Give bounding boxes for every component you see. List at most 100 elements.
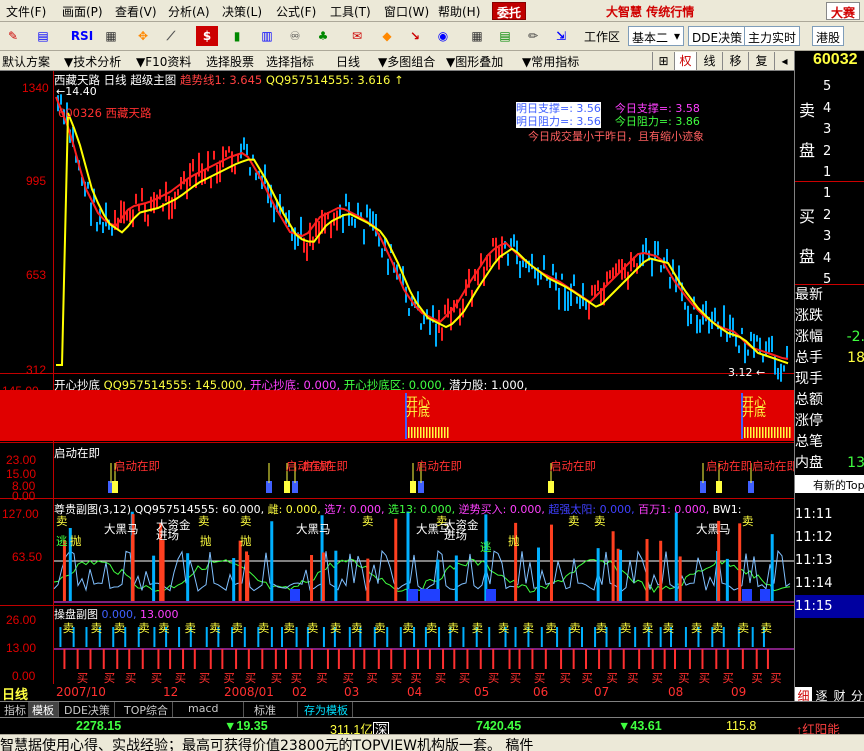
tab-rights[interactable]: 权	[674, 52, 696, 70]
chart-icon[interactable]: ▤	[32, 26, 54, 46]
candle	[756, 335, 758, 342]
qidong-label-4: 启动在即	[416, 459, 462, 473]
sell-label: 卖	[690, 621, 703, 635]
sell-label: 卖	[711, 621, 724, 635]
qidong-label-7: 启动在即	[752, 459, 798, 473]
pencil-icon[interactable]: ✏	[522, 26, 544, 46]
bar-icon[interactable]: ▥	[256, 26, 278, 46]
binocular-icon[interactable]: ♾	[284, 26, 306, 46]
candle	[318, 221, 320, 244]
candle	[753, 333, 755, 358]
tab-indicator[interactable]: 指标	[0, 702, 31, 717]
candle	[96, 221, 98, 232]
candle	[651, 257, 653, 277]
arrow-icon[interactable]: ↘	[404, 26, 426, 46]
candle	[522, 260, 524, 268]
tree-icon[interactable]: ♣	[312, 26, 334, 46]
tab-template[interactable]: 模板	[28, 702, 59, 717]
grid-icon[interactable]: ▦	[466, 26, 488, 46]
drawing-icon[interactable]: ✎	[2, 26, 24, 46]
buy-level-3: 3	[823, 229, 832, 244]
select-stock-button[interactable]: 选择股票	[204, 53, 256, 70]
candle	[144, 204, 146, 222]
f10-icon[interactable]: ▦	[100, 26, 122, 46]
diamond-icon[interactable]: ◆	[376, 26, 398, 46]
dollar-icon[interactable]: $	[196, 26, 218, 46]
dde-decision-button[interactable]: DDE决策	[688, 26, 747, 46]
sell-label: 卖	[471, 621, 484, 635]
candle	[234, 165, 236, 175]
tab-restore[interactable]: 复	[748, 52, 774, 70]
menu-formula[interactable]: 公式(F)	[276, 3, 316, 20]
tab-line[interactable]: 线	[696, 52, 722, 70]
menu-help[interactable]: 帮助(H)	[438, 3, 480, 20]
tech-analysis-button[interactable]: ▼技术分析	[62, 53, 123, 70]
f10-button[interactable]: ▼F10资料	[134, 53, 193, 70]
scheme-button[interactable]: 默认方案	[0, 53, 52, 70]
sell-label: 卖	[402, 621, 414, 635]
candle	[645, 237, 647, 253]
tab-macd[interactable]: macd	[184, 702, 244, 717]
quote-panel: 60032 卖盘 5 4 3 2 1 买盘 1 2 3 4 5 最新 涨跌 涨幅…	[794, 51, 864, 704]
candle	[213, 150, 215, 160]
y-label-2: 995	[26, 174, 47, 188]
sell-label: 卖	[497, 621, 510, 635]
daily-button[interactable]: 日线	[334, 53, 362, 70]
nav-arrow-icon[interactable]: ◂	[774, 52, 794, 70]
panel4-xiong: 雌: 0.000,	[267, 503, 321, 516]
candle	[750, 331, 752, 342]
export-icon[interactable]: ⇲	[550, 26, 572, 46]
common-indicator-button[interactable]: ▼常用指标	[520, 53, 581, 70]
panel4-big: 超强太阳: 0.000,	[548, 503, 635, 516]
overlay-button[interactable]: ▼图形叠加	[444, 53, 505, 70]
candle	[609, 270, 611, 279]
sell-label: 卖	[329, 621, 342, 635]
news-button[interactable]: 有新的Top	[795, 475, 864, 493]
panel4-bw1: BW1:	[712, 503, 742, 516]
sell-label: 卖	[569, 621, 581, 635]
hk-stock-button[interactable]: 港股	[812, 26, 845, 46]
news-ticker[interactable]: 智慧据使用心得、实战经验；最高可获得价值23800元的TOPVIEW机构版一套。…	[0, 734, 864, 751]
sell-level-5: 5	[823, 79, 832, 94]
select-indicator-button[interactable]: 选择指标	[264, 53, 316, 70]
note-icon[interactable]: ✉	[346, 26, 368, 46]
main-realtime-button[interactable]: 主力实时	[744, 26, 801, 46]
rsi-icon[interactable]: RSI	[68, 26, 96, 46]
candle	[351, 216, 353, 226]
tab-standard[interactable]: 标准	[250, 702, 298, 717]
candle	[441, 327, 443, 341]
tab-save-template[interactable]: 存为模板	[300, 702, 353, 717]
menu-view[interactable]: 查看(V)	[115, 3, 157, 20]
workarea-select[interactable]: 基本二 ▾	[628, 26, 684, 46]
entrust-button[interactable]: 委托	[492, 2, 527, 20]
menu-file[interactable]: 文件(F)	[6, 3, 46, 20]
ruler-icon[interactable]: ⟋	[160, 26, 182, 46]
tab-move[interactable]: 移	[722, 52, 748, 70]
crosshair-icon[interactable]: ⊞	[652, 52, 674, 70]
candle	[615, 263, 617, 276]
menu-decision[interactable]: 决策(L)	[222, 3, 262, 20]
panel4-nishi: 逆势买入: 0.000,	[458, 503, 545, 516]
menu-screen[interactable]: 画面(P)	[62, 3, 103, 20]
chart-area[interactable]: 西藏天路 日线 超级主图 趋势线1: 3.645 QQ957514555: 3.…	[0, 71, 798, 704]
sell-level-4: 4	[823, 100, 832, 116]
menu-window[interactable]: 窗口(W)	[384, 3, 429, 20]
multi-chart-button[interactable]: ▼多图组合	[376, 53, 437, 70]
panel2-y-top: 145.00	[2, 384, 39, 398]
candle	[660, 265, 662, 273]
menu-tools[interactable]: 工具(T)	[330, 3, 371, 20]
candle	[87, 181, 89, 189]
move-icon[interactable]: ✥	[132, 26, 154, 46]
globe-icon[interactable]: ◉	[432, 26, 454, 46]
candle-icon[interactable]: ▮	[226, 26, 248, 46]
menu-analysis[interactable]: 分析(A)	[168, 3, 210, 20]
contest-mode-button[interactable]: 大赛	[826, 2, 861, 20]
candle	[168, 196, 170, 220]
up-arrow-icon: ↑	[393, 73, 404, 87]
sell-label: 卖	[545, 621, 557, 635]
table-icon[interactable]: ▤	[494, 26, 516, 46]
candle	[765, 341, 767, 356]
tab-dde[interactable]: DDE决策	[60, 702, 115, 717]
sell-label: 卖	[619, 621, 632, 635]
tab-top[interactable]: TOP综合	[120, 702, 174, 717]
